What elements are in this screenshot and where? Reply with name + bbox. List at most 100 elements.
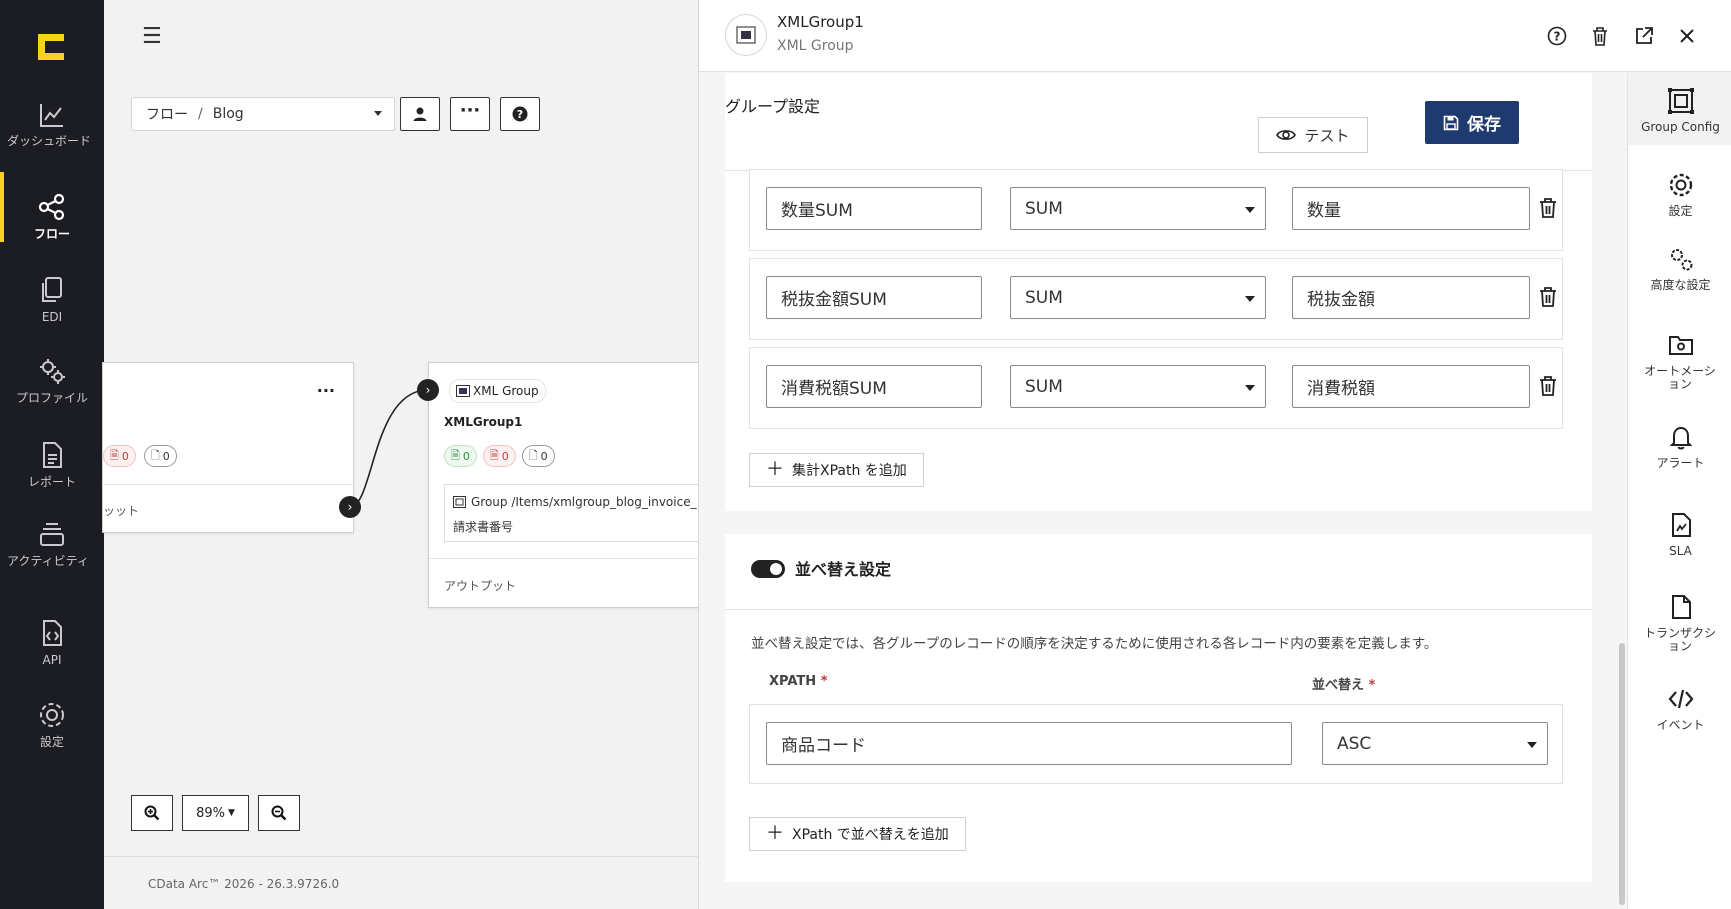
input-port-icon[interactable]: › xyxy=(417,379,439,401)
delete-icon[interactable] xyxy=(1588,24,1612,48)
aggregate-field-input[interactable]: 税抜金額 xyxy=(1292,276,1530,319)
gears-icon xyxy=(1670,249,1692,271)
eye-icon xyxy=(1276,130,1297,140)
panel-content[interactable]: グループ設定 テスト 保存 数量SUM SUM 数量 税抜金額SUM SUM 税… xyxy=(699,73,1627,909)
aggregate-row: 税抜金額SUM SUM 税抜金額 xyxy=(749,258,1563,340)
node-xpath: Group /Items/xmlgroup_blog_invoice_ xyxy=(471,495,697,509)
zoom-out-icon xyxy=(271,805,287,821)
sort-order-select[interactable]: ASC xyxy=(1322,722,1548,765)
output-port-icon[interactable]: › xyxy=(339,496,361,518)
required-mark: * xyxy=(820,674,828,689)
section-title: グループ設定 xyxy=(725,97,821,116)
error-count-badge[interactable]: 🗎 0 xyxy=(482,445,516,467)
required-mark: * xyxy=(1368,678,1376,693)
zoom-out-button[interactable] xyxy=(258,795,300,831)
xpath-header-label: XPATH xyxy=(769,674,817,689)
trash-icon[interactable] xyxy=(1539,197,1557,219)
aggregate-name-input[interactable]: 税抜金額SUM xyxy=(766,276,982,319)
rail-item-settings[interactable]: 設定 xyxy=(1628,171,1731,218)
nav-label: アクティビティ xyxy=(7,554,89,568)
rail-item-group-config[interactable]: Group Config xyxy=(1628,73,1731,145)
zoom-level-select[interactable]: 89% ▼ xyxy=(182,795,249,831)
rail-item-alert[interactable]: アラート xyxy=(1628,423,1731,470)
file-count-badge[interactable]: 🗋 0 xyxy=(143,445,177,467)
rail-item-events[interactable]: イベント xyxy=(1628,685,1731,732)
save-button[interactable]: 保存 xyxy=(1425,101,1519,144)
flow-node-xmlgroup[interactable]: XML Group XMLGroup1 🗎 0 🗎 0 🗋 0 Group /Item… xyxy=(428,362,704,608)
zoom-in-button[interactable] xyxy=(131,795,173,831)
aggregate-field-input[interactable]: 消費税額 xyxy=(1292,365,1530,408)
nav-item-activity[interactable]: アクティビティ xyxy=(0,520,104,567)
xml-group-icon xyxy=(725,14,767,56)
aggregate-function-value: SUM xyxy=(1025,287,1063,308)
aggregate-card: 数量SUM SUM 数量 税抜金額SUM SUM 税抜金額 消費税額SUM SU… xyxy=(725,169,1592,511)
rail-item-advanced[interactable]: 高度な設定 xyxy=(1628,245,1731,292)
nav-label: 設定 xyxy=(39,735,64,749)
rail-label: トランザクション xyxy=(1643,626,1716,653)
sort-xpath-input[interactable]: 商品コード xyxy=(766,722,1292,765)
save-button-label: 保存 xyxy=(1467,115,1501,135)
rail-item-sla[interactable]: SLA xyxy=(1628,511,1731,558)
nav-item-profile[interactable]: プロファイル xyxy=(0,356,104,404)
svg-text:?: ? xyxy=(1554,30,1561,44)
documents-icon xyxy=(42,277,62,302)
node-xpath-sub: 請求書番号 xyxy=(453,520,514,534)
close-icon[interactable] xyxy=(1675,24,1699,48)
group-config-header: グループ設定 テスト 保存 xyxy=(725,73,1592,171)
nav-item-api[interactable]: API xyxy=(0,618,104,666)
transaction-icon xyxy=(1671,595,1691,619)
add-sort-xpath-button[interactable]: ＋ XPath で並べ替えを追加 xyxy=(749,817,966,851)
aggregate-function-select[interactable]: SUM xyxy=(1010,276,1266,319)
node-type-badge: XML Group xyxy=(449,379,546,403)
open-external-icon[interactable] xyxy=(1632,24,1656,48)
aggregate-row: 数量SUM SUM 数量 xyxy=(749,169,1563,251)
node-type-label: XML Group xyxy=(473,384,539,398)
test-button[interactable]: テスト xyxy=(1258,117,1368,153)
rail-item-automation[interactable]: オートメーション xyxy=(1628,331,1731,391)
flow-canvas[interactable]: ☰ フロー / Blog ··· ? ··· 🗎 0 🗋 0 ッット › XML G… xyxy=(102,0,704,909)
sort-order-value: ASC xyxy=(1337,733,1372,754)
save-icon xyxy=(1443,115,1459,130)
node-name: XMLGroup1 xyxy=(444,415,523,429)
success-count-badge[interactable]: 🗎 0 xyxy=(444,445,477,467)
rail-label: オートメーション xyxy=(1644,364,1716,391)
node-more-icon[interactable]: ··· xyxy=(317,381,335,400)
error-count: 0 xyxy=(121,449,129,463)
sort-toggle[interactable] xyxy=(751,560,785,578)
rail-label: 高度な設定 xyxy=(1650,278,1711,292)
file-icon: 🗋 xyxy=(150,448,160,462)
rail-item-transaction[interactable]: トランザクション xyxy=(1628,593,1731,653)
test-button-label: テスト xyxy=(1304,126,1350,145)
nav-item-flow[interactable]: フロー xyxy=(0,172,104,242)
nav-item-settings[interactable]: 設定 xyxy=(0,700,104,748)
panel-scrollbar[interactable] xyxy=(1619,643,1625,905)
properties-panel: XMLGroup1 XML Group ? グループ設定 テスト 保存 数量SU… xyxy=(698,0,1731,909)
cdata-logo-icon[interactable] xyxy=(34,30,68,64)
aggregate-function-select[interactable]: SUM xyxy=(1010,365,1266,408)
aggregate-function-select[interactable]: SUM xyxy=(1010,187,1266,230)
error-count: 0 xyxy=(501,449,509,463)
sort-settings-card: 並べ替え設定 並べ替え設定では、各グループのレコードの順序を決定するために使用さ… xyxy=(725,534,1592,882)
trash-icon[interactable] xyxy=(1539,375,1557,397)
error-count-badge[interactable]: 🗎 0 xyxy=(103,445,136,467)
trash-icon[interactable] xyxy=(1539,286,1557,308)
add-aggregate-xpath-button[interactable]: ＋ 集計XPath を追加 xyxy=(749,453,924,487)
zoom-in-icon xyxy=(144,805,160,821)
aggregate-field-input[interactable]: 数量 xyxy=(1292,187,1530,230)
aggregate-name-input[interactable]: 消費税額SUM xyxy=(766,365,982,408)
help-icon[interactable]: ? xyxy=(1545,24,1569,48)
chevron-down-icon: ▼ xyxy=(227,808,235,818)
gear-icon xyxy=(1669,173,1692,197)
nav-item-report[interactable]: レポート xyxy=(0,440,104,488)
file-count-badge[interactable]: 🗋 0 xyxy=(521,445,555,467)
version-footer: CData Arc™ 2026 - 26.3.9726.0 xyxy=(148,877,340,891)
nav-item-edi[interactable]: EDI xyxy=(0,275,104,323)
chevron-down-icon xyxy=(1245,385,1255,391)
aggregate-function-value: SUM xyxy=(1025,376,1063,397)
flow-node-left[interactable]: ··· 🗎 0 🗋 0 ッット xyxy=(102,362,355,533)
stack-icon xyxy=(40,523,64,546)
aggregate-name-input[interactable]: 数量SUM xyxy=(766,187,982,230)
nav-item-dashboard[interactable]: ダッシュボード xyxy=(0,100,104,147)
add-sort-label: XPath で並べ替えを追加 xyxy=(792,827,949,843)
file-count: 0 xyxy=(162,449,170,463)
